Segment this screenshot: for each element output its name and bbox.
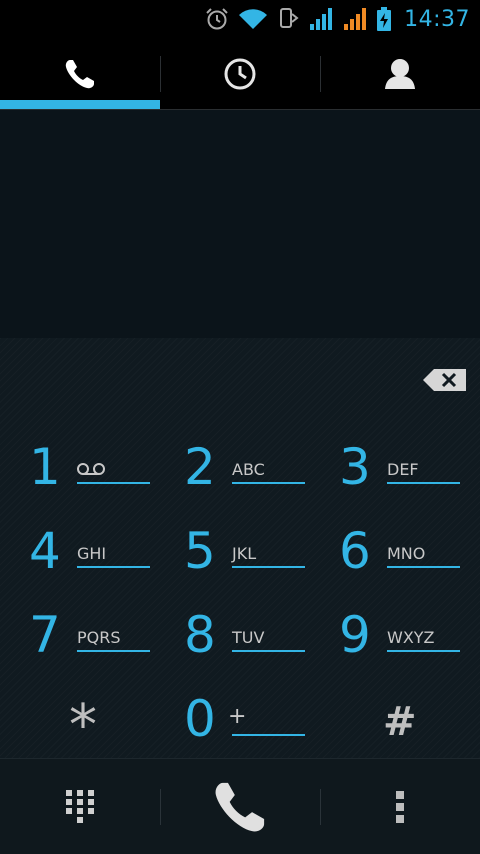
key-digit: 8	[184, 606, 216, 664]
battery-charging-icon	[377, 7, 392, 31]
key-underline	[77, 650, 150, 652]
key-digit: 3	[339, 438, 371, 496]
key-letters: +	[228, 704, 247, 729]
key-digit: 6	[339, 522, 371, 580]
delete-row	[0, 338, 480, 422]
backspace-icon[interactable]	[422, 368, 468, 392]
key-letters: JKL	[232, 544, 257, 563]
alarm-icon	[206, 8, 228, 30]
sync-icon	[280, 8, 299, 28]
key-letters: WXYZ	[387, 628, 435, 647]
key-digit: 0	[184, 690, 216, 748]
key-underline	[232, 482, 305, 484]
key-8[interactable]: 8 TUV	[160, 606, 310, 686]
dialpad-grid-icon	[66, 789, 94, 823]
bottom-action-bar	[0, 758, 480, 854]
key-letters: MNO	[387, 544, 426, 563]
wifi-icon	[239, 9, 268, 29]
key-underline	[77, 482, 150, 484]
digits-display[interactable]	[0, 110, 480, 338]
tab-call-log[interactable]	[160, 38, 320, 109]
key-1[interactable]: 1	[5, 438, 155, 518]
overflow-menu-icon	[396, 790, 404, 823]
key-digit: 9	[339, 606, 371, 664]
key-6[interactable]: 6 MNO	[315, 522, 465, 602]
key-digit: 5	[184, 522, 216, 580]
key-underline	[232, 650, 305, 652]
selected-tab-indicator	[0, 100, 160, 109]
key-letters: TUV	[232, 628, 265, 647]
key-underline	[387, 566, 460, 568]
key-letters: GHI	[77, 544, 107, 563]
call-icon	[215, 782, 265, 831]
signal-orange-icon	[344, 8, 367, 30]
clock-icon	[224, 58, 256, 89]
tab-dialer[interactable]	[0, 38, 160, 109]
status-bar: 14:37	[0, 0, 480, 38]
tab-contacts[interactable]	[320, 38, 480, 109]
key-digit: 2	[184, 438, 216, 496]
key-underline	[232, 566, 305, 568]
key-digit: *	[69, 693, 97, 758]
key-7[interactable]: 7 PQRS	[5, 606, 155, 686]
key-9[interactable]: 9 WXYZ	[315, 606, 465, 686]
key-underline	[77, 566, 150, 568]
key-digit: #	[383, 699, 417, 745]
call-button[interactable]	[160, 759, 320, 854]
dialpad-toggle-button[interactable]	[0, 759, 160, 854]
key-4[interactable]: 4 GHI	[5, 522, 155, 602]
voicemail-icon	[77, 463, 105, 475]
key-underline	[387, 482, 460, 484]
key-letters: PQRS	[77, 628, 121, 647]
key-digit: 4	[29, 522, 61, 580]
key-3[interactable]: 3 DEF	[315, 438, 465, 518]
key-5[interactable]: 5 JKL	[160, 522, 310, 602]
dialpad: 1 2 ABC 3 DEF 4 GHI 5 JKL 6 MNO 7 PQRS 8…	[0, 338, 480, 758]
phone-icon	[65, 59, 94, 88]
key-2[interactable]: 2 ABC	[160, 438, 310, 518]
key-letters: DEF	[387, 460, 419, 479]
signal-blue-icon	[310, 8, 333, 30]
key-letters: ABC	[232, 460, 265, 479]
overflow-menu-button[interactable]	[320, 759, 480, 854]
key-digit: 1	[29, 438, 61, 496]
key-underline	[232, 734, 305, 736]
key-underline	[387, 650, 460, 652]
contact-icon	[385, 58, 415, 89]
key-digit: 7	[29, 606, 61, 664]
status-clock: 14:37	[404, 6, 470, 32]
